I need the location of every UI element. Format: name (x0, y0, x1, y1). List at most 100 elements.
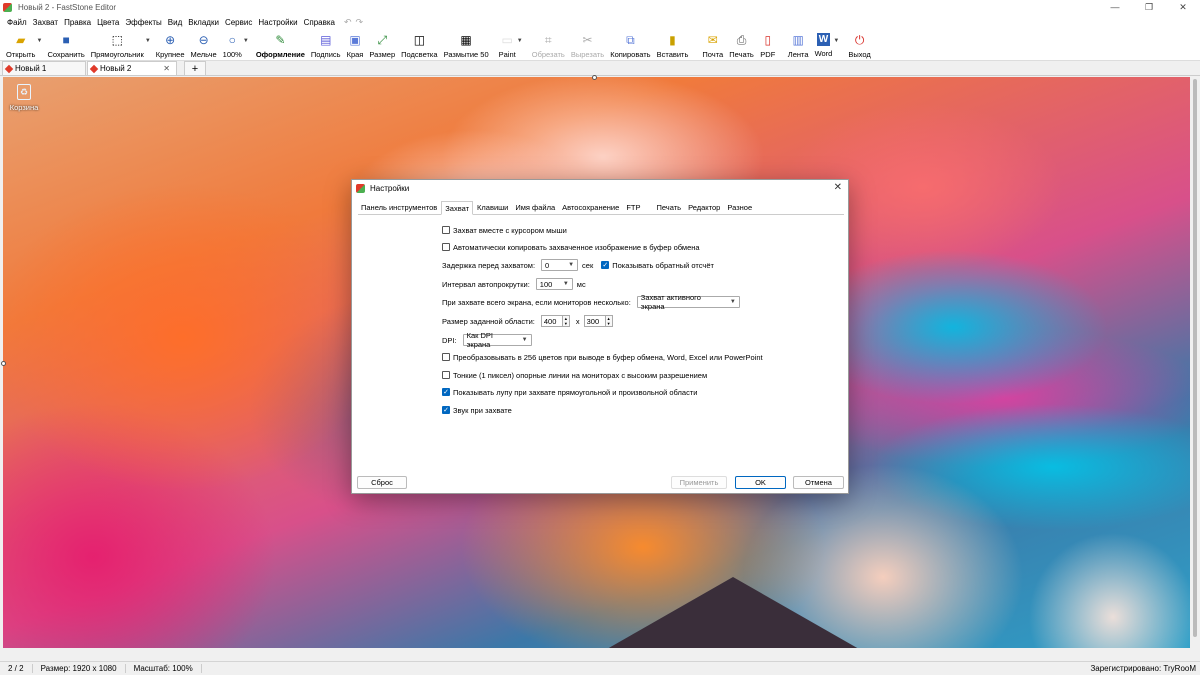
caption-icon: ▤ (320, 33, 332, 47)
minimize-icon[interactable]: — (1098, 0, 1132, 14)
convert-256-checkbox[interactable] (442, 353, 450, 361)
reset-button[interactable]: Сброс (357, 476, 407, 489)
page-counter: 2 / 2 (0, 664, 33, 673)
open-button[interactable]: ▰ Открыть ▼ (3, 30, 42, 60)
word-button[interactable]: W Word ▼ (812, 30, 839, 60)
sound-option[interactable]: ✓ Звук при захвате (442, 404, 512, 416)
rectangle-button[interactable]: ⬚ Прямоугольник ▼ (88, 30, 151, 60)
thin-lines-checkbox[interactable] (442, 371, 450, 379)
stepper-down-icon[interactable]: ▼ (606, 321, 612, 326)
blur-button[interactable]: ▦ Размытие 50 (441, 30, 492, 60)
crop-icon: ⌗ (544, 33, 552, 47)
menu-file[interactable]: Файл (4, 18, 30, 27)
apply-button[interactable]: Применить (671, 476, 727, 489)
menu-edit[interactable]: Правка (61, 18, 94, 27)
undo-icon[interactable]: ↶ (344, 17, 352, 28)
caption-button[interactable]: ▤ Подпись (308, 30, 344, 60)
region-height-stepper[interactable]: 300 ▲ ▼ (583, 315, 613, 327)
close-tab-icon[interactable]: ✕ (163, 64, 170, 73)
chevron-down-icon[interactable]: ▼ (145, 38, 151, 44)
capture-cursor-checkbox[interactable] (442, 226, 450, 234)
zoom-out-button[interactable]: ⊖ Мельче (188, 30, 220, 60)
spotlight-icon: ◫ (413, 33, 426, 47)
print-button[interactable]: ⎙ Печать (726, 30, 757, 60)
tab-print[interactable]: Печать (653, 201, 684, 214)
word-icon: W (816, 33, 830, 46)
tab-ftp[interactable]: FTP (623, 201, 643, 214)
zoom-in-icon: ⊕ (165, 33, 176, 47)
menu-capture[interactable]: Захват (30, 18, 61, 27)
mail-button[interactable]: ✉ Почта (699, 30, 726, 60)
resize-handle-left[interactable] (1, 361, 6, 366)
paint-button[interactable]: ▭ Paint ▼ (496, 30, 523, 60)
spotlight-button[interactable]: ◫ Подсветка (398, 30, 440, 60)
vertical-scrollbar[interactable] (1190, 77, 1200, 648)
menu-tools[interactable]: Сервис (222, 18, 255, 27)
tab-new-2[interactable]: Новый 2 ✕ (87, 61, 177, 75)
region-width-stepper[interactable]: 400 ▲ ▼ (540, 315, 570, 327)
tab-autosave[interactable]: Автосохранение (559, 201, 622, 214)
save-button[interactable]: ■ Сохранить (44, 30, 87, 60)
region-size-row: Размер заданной области: 400 ▲ ▼ x 300 ▲ ▼ (442, 315, 613, 327)
thin-lines-option[interactable]: Тонкие (1 пиксел) опорные линии на монит… (442, 369, 707, 381)
exit-button[interactable]: ⏻ Выход (845, 30, 873, 60)
chevron-down-icon[interactable]: ▼ (37, 38, 43, 44)
menu-effects[interactable]: Эффекты (122, 18, 164, 27)
ok-button[interactable]: OK (735, 476, 786, 489)
chevron-down-icon: ▼ (729, 299, 736, 305)
menu-settings[interactable]: Настройки (255, 18, 300, 27)
menu-help[interactable]: Справка (301, 18, 338, 27)
maximize-icon[interactable]: ❐ (1132, 0, 1166, 14)
auto-copy-option[interactable]: Автоматически копировать захваченное изо… (442, 241, 700, 253)
recycle-bin[interactable]: ♻ Корзина (8, 84, 40, 112)
paste-button[interactable]: ▮ Вставить (654, 30, 692, 60)
chevron-down-icon[interactable]: ▼ (243, 38, 249, 44)
add-tab-button[interactable]: + (184, 61, 206, 75)
cut-button[interactable]: ✂ Вырезать (568, 30, 607, 60)
chevron-down-icon: ▼ (521, 337, 528, 343)
magnifier-option[interactable]: ✓ Показывать лупу при захвате прямоуголь… (442, 386, 697, 398)
magnifier-checkbox[interactable]: ✓ (442, 388, 450, 396)
stepper-down-icon[interactable]: ▼ (563, 321, 569, 326)
multi-monitor-select[interactable]: Захват активного экрана ▼ (636, 293, 740, 311)
crop-button[interactable]: ⌗ Обрезать (529, 30, 568, 60)
menu-colors[interactable]: Цвета (94, 18, 122, 27)
menu-tabs[interactable]: Вкладки (185, 18, 222, 27)
dpi-select[interactable]: Как DPI экрана ▼ (462, 331, 532, 349)
tab-toolbar[interactable]: Панель инструментов (358, 201, 440, 214)
chevron-down-icon[interactable]: ▼ (517, 38, 523, 44)
filmstrip-button[interactable]: ▥ Лента (785, 30, 812, 60)
countdown-checkbox[interactable]: ✓ (601, 261, 610, 269)
resize-handle-top[interactable] (592, 75, 597, 80)
tab-capture[interactable]: Захват (441, 201, 474, 215)
chevron-down-icon[interactable]: ▼ (833, 38, 839, 44)
resize-button[interactable]: ⤢ Размер (366, 30, 398, 60)
dialog-title-bar: Настройки ✕ (352, 180, 848, 196)
convert-256-option[interactable]: Преобразовывать в 256 цветов при выводе … (442, 351, 763, 363)
resize-icon: ⤢ (377, 33, 388, 47)
tab-hotkeys[interactable]: Клавиши (474, 201, 511, 214)
delay-select[interactable]: 0 ▼ (541, 259, 579, 271)
zoom-100-button[interactable]: ○ 100% ▼ (220, 30, 249, 60)
close-window-icon[interactable]: ✕ (1166, 0, 1200, 14)
tab-misc[interactable]: Разное (724, 201, 755, 214)
close-icon[interactable]: ✕ (834, 182, 842, 193)
auto-copy-checkbox[interactable] (442, 243, 450, 251)
pdf-button[interactable]: ▯ PDF (757, 30, 779, 60)
scrollbar-thumb[interactable] (1193, 79, 1197, 637)
zoom-in-button[interactable]: ⊕ Крупнее (153, 30, 188, 60)
paint-icon: ▭ (501, 33, 513, 47)
menu-view[interactable]: Вид (165, 18, 185, 27)
draw-button[interactable]: ✎ Оформление (253, 30, 308, 60)
dialog-tabs: Панель инструментов Захват Клавиши Имя ф… (358, 201, 844, 215)
autoscroll-select[interactable]: 100 ▼ (535, 278, 573, 290)
redo-icon[interactable]: ↷ (356, 17, 364, 28)
tab-new-1[interactable]: Новый 1 (2, 61, 86, 75)
copy-button[interactable]: ⧉ Копировать (607, 30, 653, 60)
cancel-button[interactable]: Отмена (793, 476, 844, 489)
sound-checkbox[interactable]: ✓ (442, 406, 450, 414)
edges-button[interactable]: ▣ Края (344, 30, 367, 60)
tab-filename[interactable]: Имя файла (512, 201, 558, 214)
tab-editor[interactable]: Редактор (685, 201, 723, 214)
capture-cursor-option[interactable]: Захват вместе с курсором мыши (442, 224, 567, 236)
